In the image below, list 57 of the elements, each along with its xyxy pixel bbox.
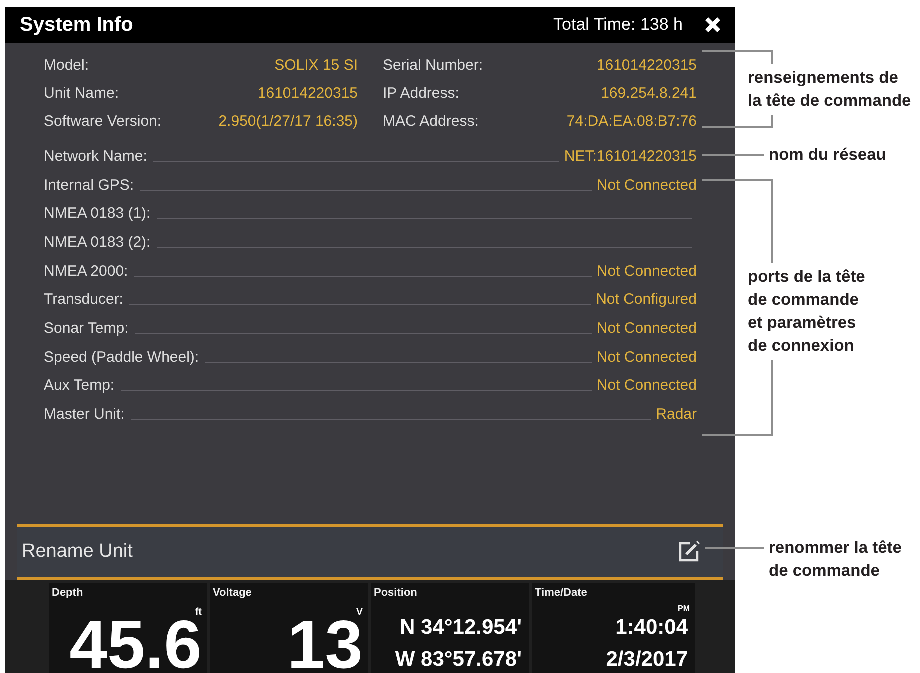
field-label: Master Unit: <box>44 406 125 424</box>
field-value: SOLIX 15 SI <box>274 56 358 74</box>
field-label: Internal GPS: <box>44 176 134 194</box>
field-label: NMEA 0183 (2): <box>44 234 151 251</box>
bracket-line <box>702 50 773 64</box>
field-value: 2.950(1/27/17 16:35) <box>218 112 358 130</box>
bracket-line <box>702 115 773 128</box>
field-value: Not Connected <box>596 176 697 194</box>
close-icon <box>703 17 723 33</box>
callout-label: renommer la tête de commande <box>769 538 902 582</box>
readout-value: 13 <box>287 619 363 672</box>
field-value: 74:DA:EA:08:B7:76 <box>566 112 697 130</box>
field-label: Network Name: <box>44 148 148 165</box>
field-value: 161014220315 <box>596 56 697 74</box>
unit-label: V <box>356 607 363 619</box>
field-label: MAC Address: <box>383 112 479 130</box>
callout-label: renseignements de la tête de commande <box>748 68 912 112</box>
leader-line <box>702 154 764 156</box>
field-label: NMEA 0183 (1): <box>44 205 151 222</box>
readout-value: W 83°57.678' <box>395 648 523 672</box>
field-value: Not Configured <box>596 291 697 308</box>
field-label: Model: <box>44 56 90 74</box>
rename-unit-button[interactable]: Rename Unit <box>17 527 723 577</box>
tile-label: Depth <box>52 586 84 600</box>
window-title: System Info <box>20 14 134 36</box>
edit-icon <box>677 540 701 564</box>
total-time: Total Time: 138 h <box>554 15 683 35</box>
field-value: 161014220315 <box>258 84 358 102</box>
field-value: Radar <box>656 406 697 424</box>
field-value: Not Connected <box>596 377 697 394</box>
field-value: Not Connected <box>596 348 697 366</box>
field-label: NMEA 2000: <box>44 262 128 280</box>
close-button[interactable] <box>703 17 723 33</box>
field-label: Unit Name: <box>44 84 120 102</box>
field-label: Aux Temp: <box>44 377 115 394</box>
readout-value: 2/3/2017 <box>606 648 689 672</box>
leader-line <box>705 547 764 549</box>
tile-label: Voltage <box>213 586 252 600</box>
field-value: Not Connected <box>596 320 697 337</box>
field-label: Speed (Paddle Wheel): <box>44 348 200 366</box>
tile-label: Position <box>374 586 418 600</box>
field-label: Transducer: <box>44 291 124 308</box>
tile-label: Time/Date <box>535 586 588 600</box>
field-label: Software Version: <box>44 112 162 130</box>
callout-label: ports de la tête de commande et paramètres de connexion <box>748 267 866 357</box>
readout-value: N 34°12.954' <box>400 616 523 640</box>
field-label: Sonar Temp: <box>44 320 129 337</box>
unit-label: ft <box>195 607 202 619</box>
field-value: Not Connected <box>596 262 697 280</box>
readout-value: 1:40:04 <box>616 616 689 640</box>
readout-value: 45.6 <box>70 619 202 672</box>
callout-label: nom du réseau <box>769 145 886 166</box>
field-value: NET:161014220315 <box>564 148 697 165</box>
field-label: IP Address: <box>383 84 460 102</box>
unit-label: PM <box>678 604 690 614</box>
field-value: 169.254.8.241 <box>601 84 697 102</box>
field-label: Serial Number: <box>383 56 484 74</box>
